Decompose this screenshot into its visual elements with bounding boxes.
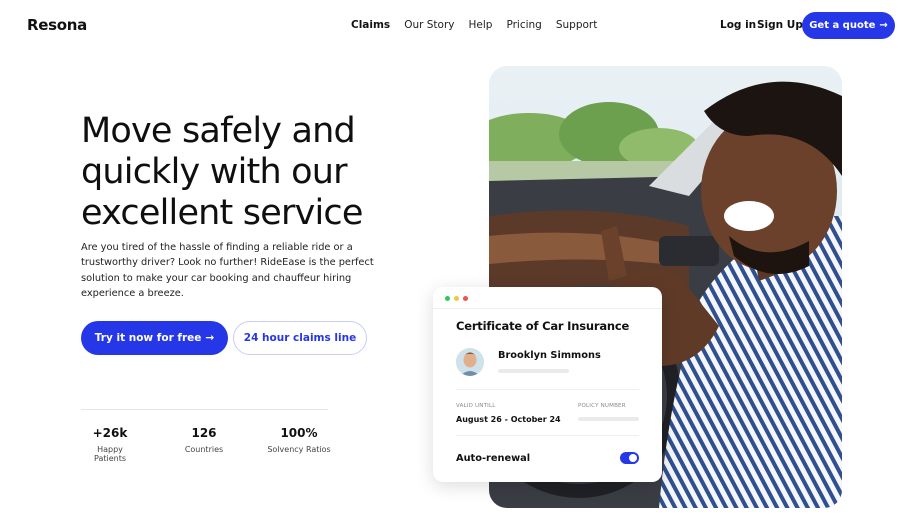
placeholder-bar bbox=[498, 369, 569, 373]
nav-support[interactable]: Support bbox=[556, 19, 598, 31]
get-quote-button[interactable]: Get a quote → bbox=[802, 12, 895, 39]
stat-value: 126 bbox=[191, 426, 217, 440]
signup-link[interactable]: Sign Up bbox=[757, 19, 803, 31]
arrow-right-icon: → bbox=[205, 332, 215, 344]
policy-number-placeholder bbox=[578, 417, 639, 421]
avatar bbox=[456, 348, 484, 376]
red-dot-icon bbox=[463, 296, 468, 301]
user-name: Brooklyn Simmons bbox=[498, 350, 601, 361]
auto-renewal-label: Auto-renewal bbox=[456, 453, 531, 464]
card-divider bbox=[456, 389, 639, 390]
stat-happy-patients: +26k Happy Patients bbox=[81, 426, 139, 463]
hero-title: Move safely and quickly with our excelle… bbox=[81, 111, 363, 233]
avatar-image bbox=[456, 348, 484, 376]
nav-our-story[interactable]: Our Story bbox=[404, 19, 454, 31]
login-link[interactable]: Log in bbox=[720, 19, 756, 31]
brand-logo[interactable]: Resona bbox=[27, 16, 87, 34]
arrow-right-icon: → bbox=[879, 20, 888, 31]
stat-label: Solvency Ratios bbox=[267, 445, 331, 454]
try-free-label: Try it now for free bbox=[94, 332, 202, 344]
insurance-certificate-card: Certificate of Car Insurance Brooklyn Si… bbox=[433, 287, 662, 482]
stat-value: +26k bbox=[92, 426, 128, 440]
window-dots bbox=[445, 296, 468, 301]
stat-label: Happy Patients bbox=[93, 445, 127, 463]
stat-solvency: 100% Solvency Ratios bbox=[266, 426, 332, 454]
claims-line-button[interactable]: 24 hour claims line bbox=[233, 321, 367, 355]
nav-pricing[interactable]: Pricing bbox=[506, 19, 541, 31]
nav-help[interactable]: Help bbox=[469, 19, 493, 31]
nav-claims[interactable]: Claims bbox=[351, 19, 390, 31]
hero-description: Are you tired of the hassle of finding a… bbox=[81, 242, 374, 299]
yellow-dot-icon bbox=[454, 296, 459, 301]
card-divider bbox=[433, 308, 662, 309]
auto-renewal-toggle[interactable] bbox=[620, 452, 639, 464]
stat-label: Countries bbox=[184, 445, 224, 454]
green-dot-icon bbox=[445, 296, 450, 301]
stats-divider bbox=[81, 409, 328, 410]
valid-until-label: VALID UNTILL bbox=[456, 403, 496, 409]
card-divider bbox=[456, 435, 639, 436]
valid-until-value: August 26 - October 24 bbox=[456, 415, 561, 424]
main-nav: Claims Our Story Help Pricing Support bbox=[351, 19, 611, 31]
card-title: Certificate of Car Insurance bbox=[456, 319, 630, 333]
try-free-button[interactable]: Try it now for free → bbox=[81, 321, 228, 355]
stat-value: 100% bbox=[280, 426, 318, 440]
policy-number-label: POLICY NUMBER bbox=[578, 403, 626, 409]
get-quote-label: Get a quote bbox=[809, 20, 876, 31]
toggle-knob bbox=[629, 454, 637, 462]
stat-countries: 126 Countries bbox=[177, 426, 231, 454]
